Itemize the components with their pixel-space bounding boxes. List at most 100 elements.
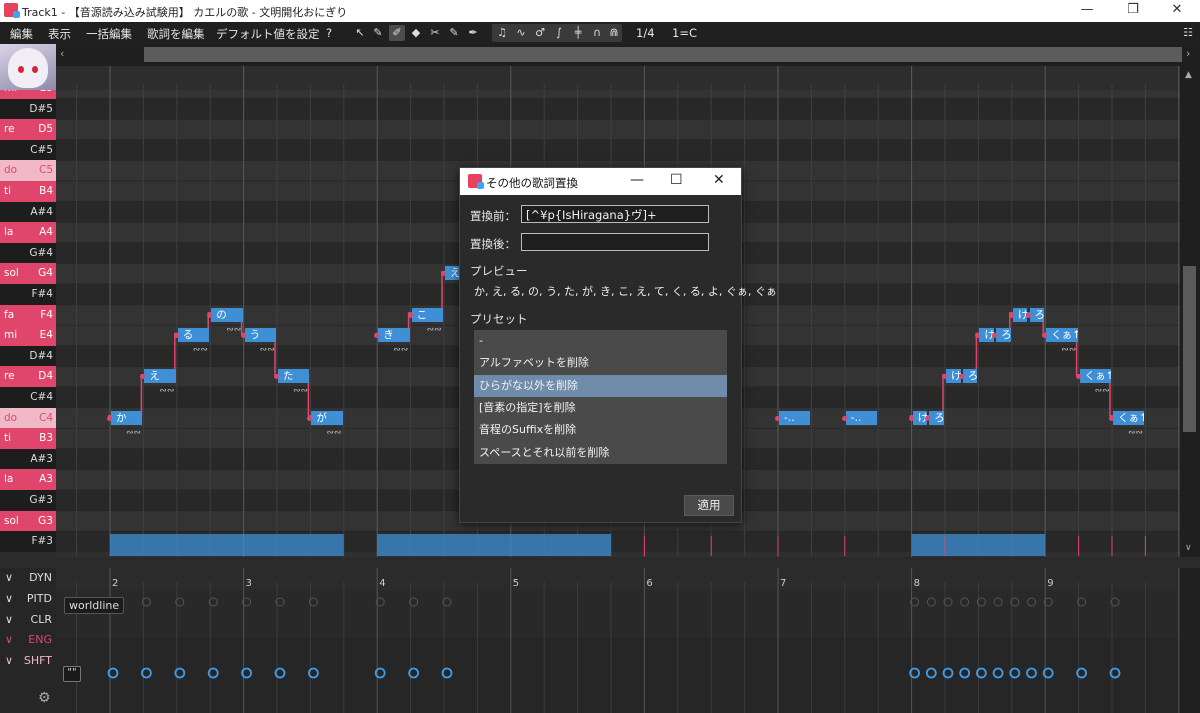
pitch-icon[interactable]: ∫ xyxy=(551,25,567,41)
after-input[interactable] xyxy=(521,233,709,251)
note[interactable]: ろ xyxy=(929,410,944,425)
waveform-icon[interactable]: ∩ xyxy=(589,25,605,41)
note[interactable]: か xyxy=(111,410,143,425)
piano-key-b3[interactable]: ti B3 xyxy=(0,428,56,449)
vertical-scrollbar[interactable]: ▲ ∨ xyxy=(1180,66,1200,557)
vibrato-icon[interactable]: ∾∾ xyxy=(326,428,341,438)
pitch-point[interactable] xyxy=(207,312,213,318)
note[interactable]: くぁ↑ xyxy=(1046,328,1078,343)
pitch-point[interactable] xyxy=(107,415,112,421)
note-icon[interactable]: ♫ xyxy=(494,25,510,41)
piano-key-fsharp4[interactable]: F#4 xyxy=(0,284,56,305)
vibrato-icon[interactable]: ∾∾ xyxy=(1061,345,1076,355)
pitch-point[interactable] xyxy=(1109,415,1114,421)
scroll-up-icon[interactable]: ▲ xyxy=(1185,70,1192,80)
vibrato-icon[interactable]: ∾∾ xyxy=(226,325,241,335)
expression-eng[interactable]: ∨ ENG xyxy=(0,630,56,650)
menu-edit[interactable]: 編集 xyxy=(10,26,33,42)
quote-button[interactable]: "" xyxy=(63,666,81,682)
preset-item[interactable]: ひらがな以外を削除 xyxy=(474,374,727,397)
before-input[interactable]: [^¥p{IsHiragana}ヴ]+ xyxy=(521,205,709,223)
note[interactable]: の xyxy=(211,307,243,322)
note[interactable]: くぁ↑ xyxy=(1113,410,1145,425)
vibrato-icon[interactable]: ∾∾ xyxy=(193,345,208,355)
draw-pitch-icon[interactable]: ✒ xyxy=(465,25,481,41)
note[interactable]: -.. xyxy=(845,410,878,425)
chevron-down-icon[interactable]: ∨ xyxy=(5,651,13,671)
menu-set-defaults[interactable]: デフォルト値を設定 xyxy=(216,26,320,42)
expression-clr[interactable]: ∨ CLR xyxy=(0,610,56,630)
note[interactable]: -.. xyxy=(779,410,811,425)
piano-key-csharp5[interactable]: C#5 xyxy=(0,139,56,161)
pitch-point[interactable] xyxy=(240,333,246,339)
chevron-down-icon[interactable]: ∨ xyxy=(5,568,13,588)
piano-key-g4[interactable]: sol G4 xyxy=(0,263,56,284)
scroll-left-icon[interactable]: ‹ xyxy=(60,47,64,60)
note[interactable]: る xyxy=(177,328,210,343)
vibrato-icon[interactable]: ∾∾ xyxy=(126,428,141,438)
chevron-down-icon[interactable]: ∨ xyxy=(5,589,13,609)
note[interactable]: ろ xyxy=(1029,307,1045,322)
scroll-thumb[interactable] xyxy=(144,47,1182,62)
piano-key-asharp3[interactable]: A#3 xyxy=(0,448,56,470)
menu-help[interactable]: ? xyxy=(326,26,332,40)
pitch-point[interactable] xyxy=(925,415,931,421)
settings-sliders-icon[interactable]: ☷ xyxy=(1180,25,1196,41)
piano-key-dsharp4[interactable]: D#4 xyxy=(0,345,56,367)
snap-value[interactable]: 1/4 xyxy=(636,26,655,40)
pitch-point[interactable] xyxy=(775,415,780,421)
chevron-down-icon[interactable]: ∨ xyxy=(5,630,13,650)
preset-item[interactable]: - xyxy=(474,330,727,352)
chevron-down-icon[interactable]: ∨ xyxy=(5,610,13,630)
note[interactable]: こ xyxy=(411,307,443,322)
vibrato-icon[interactable]: ∾∾ xyxy=(293,386,308,396)
piano-key-fsharp3[interactable]: F#3 xyxy=(0,531,56,552)
note[interactable]: くぁ↑ xyxy=(1079,369,1111,384)
vibrato-icon[interactable]: ∾∾ xyxy=(393,345,408,355)
vertical-scroll-thumb[interactable] xyxy=(1183,266,1196,432)
scroll-right-icon[interactable]: › xyxy=(1186,47,1190,60)
pencil-icon[interactable]: ✎ xyxy=(370,25,386,41)
note[interactable]: ろ xyxy=(996,328,1011,343)
line-pencil-icon[interactable]: ✐ xyxy=(389,25,405,41)
expression-dyn[interactable]: ∨ DYN xyxy=(0,568,56,588)
pitch-point[interactable] xyxy=(173,333,179,339)
vibrato-icon[interactable]: ∾∾ xyxy=(260,345,275,355)
piano-key-b4[interactable]: ti B4 xyxy=(0,181,56,202)
piano-key-dsharp5[interactable]: D#5 xyxy=(0,98,56,120)
close-button[interactable]: ✕ xyxy=(1154,0,1200,22)
singer-avatar[interactable] xyxy=(0,44,56,90)
piano-key-gsharp4[interactable]: G#4 xyxy=(0,242,56,264)
piano-key-csharp4[interactable]: C#4 xyxy=(0,387,56,408)
preset-list[interactable]: - アルファベットを削除 ひらがな以外を削除 [音素の指定]を削除 音程のSuffixを… xyxy=(474,330,727,464)
knife-icon[interactable]: ✂ xyxy=(427,25,443,41)
vibrato-icon[interactable]: ∾∾ xyxy=(427,325,442,335)
preset-item[interactable]: スペースとそれ以前を削除 xyxy=(474,442,727,464)
piano-key-a3[interactable]: la A3 xyxy=(0,469,56,490)
drawline-icon[interactable]: ✎ xyxy=(446,25,462,41)
expression-pitd[interactable]: ∨ PITD xyxy=(0,589,56,609)
preset-item[interactable]: [音素の指定]を削除 xyxy=(474,397,727,419)
worldline-tag[interactable]: worldline xyxy=(64,597,125,614)
note[interactable]: き xyxy=(378,328,410,343)
piano-key-d5[interactable]: re D5 xyxy=(0,119,56,140)
expression-area[interactable]: 2 3 4 5 6 7 8 9 xyxy=(56,568,1180,713)
piano-key-c5[interactable]: do C5 xyxy=(0,160,56,181)
horizontal-scrollbar[interactable]: ‹ › xyxy=(0,44,1200,66)
piano-key-a4[interactable]: la A4 xyxy=(0,222,56,243)
preset-item[interactable]: 音程のSuffixを削除 xyxy=(474,419,727,441)
gear-icon[interactable]: ⚙ xyxy=(38,690,51,706)
piano-key-d4[interactable]: re D4 xyxy=(0,366,56,387)
note[interactable]: た xyxy=(278,369,310,384)
note[interactable]: ろ xyxy=(962,369,978,384)
piano-key-e5[interactable]: mi E5 xyxy=(0,90,56,99)
vibrato-icon[interactable]: ∾∾ xyxy=(1128,428,1143,438)
piano-key-gsharp3[interactable]: G#3 xyxy=(0,490,56,511)
piano-keys[interactable]: mi E5 D#5 re D5 C#5 do C5 ti B4 A#4 la A4 G#4 sol G4 F#4… xyxy=(0,90,56,557)
menu-batch-edit[interactable]: 一括編集 xyxy=(86,26,132,42)
pitch-point[interactable] xyxy=(841,415,847,421)
vibrato-icon[interactable]: ∾∾ xyxy=(159,386,174,396)
piano-key-c4[interactable]: do C4 xyxy=(0,407,56,429)
finalpitch-icon[interactable]: ╪ xyxy=(570,25,586,41)
note[interactable]: が xyxy=(311,410,343,425)
